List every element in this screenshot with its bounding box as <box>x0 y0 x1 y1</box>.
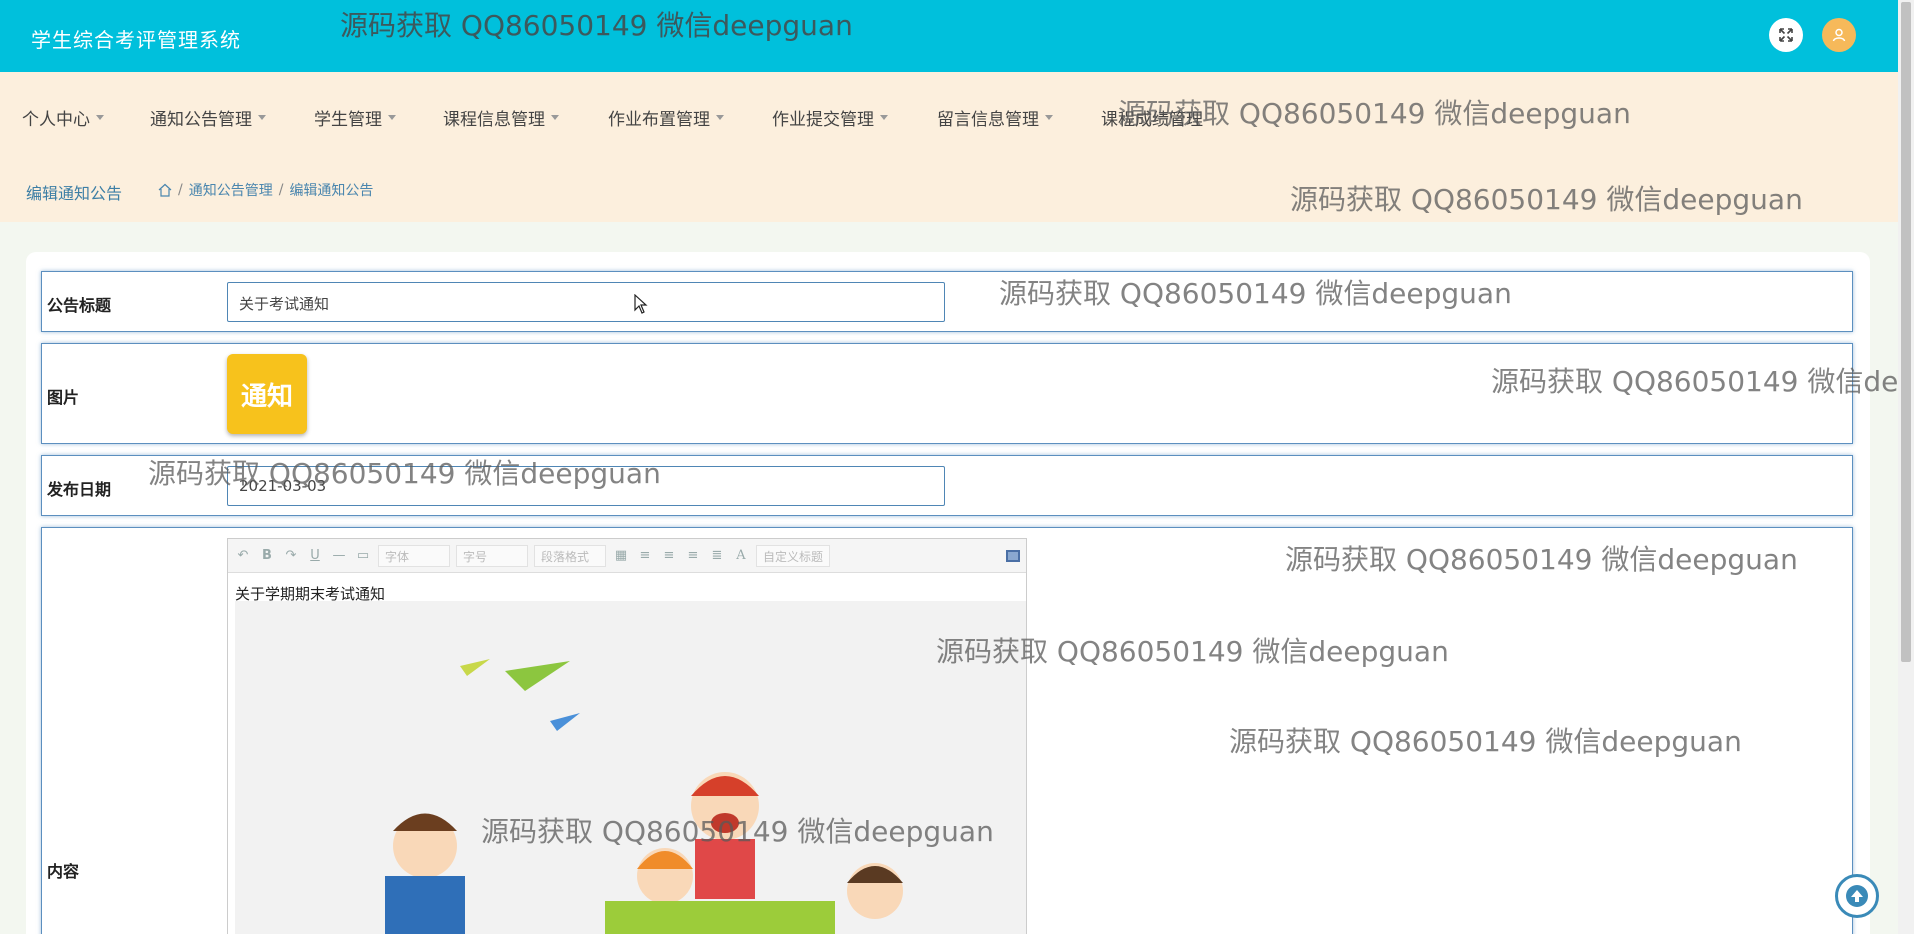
content-illustration <box>235 601 1026 934</box>
chevron-down-icon <box>96 115 104 120</box>
main-nav: 个人中心 通知公告管理 学生管理 课程信息管理 作业布置管理 作业提交管理 留言… <box>0 72 1898 158</box>
watermark: 源码获取 QQ86050149 微信deepguan <box>1491 365 1914 398</box>
nav-grade-management[interactable]: 课程成绩管理 <box>1101 105 1203 130</box>
redo-icon[interactable]: ↷ <box>282 547 300 565</box>
nav-notice-management[interactable]: 通知公告管理 <box>150 105 266 130</box>
paragraph-format-select[interactable]: 段落格式 <box>534 544 606 567</box>
form-row-image: 图片 通知 源码获取 QQ86050149 微信deepguan <box>41 343 1914 444</box>
font-family-select[interactable]: 字体 <box>378 544 450 567</box>
watermark: 源码获取 QQ86050149 微信deepguan <box>999 277 1512 310</box>
scrollbar-thumb[interactable] <box>1901 2 1911 662</box>
image-label: 图片 <box>47 388 80 407</box>
app-title: 学生综合考评管理系统 <box>31 28 241 52</box>
nav-homework-assign[interactable]: 作业布置管理 <box>608 105 724 130</box>
watermark: 源码获取 QQ86050149 微信deepguan <box>1285 543 1798 576</box>
breadcrumb-link-notice[interactable]: 通知公告管理 <box>189 180 273 200</box>
chevron-down-icon <box>258 115 266 120</box>
nav-course-management[interactable]: 课程信息管理 <box>443 105 559 130</box>
nav-homework-submit[interactable]: 作业提交管理 <box>772 105 888 130</box>
arrow-up-icon <box>1846 885 1868 907</box>
breadcrumb-separator: / <box>278 182 284 198</box>
expand-icon <box>1779 28 1793 42</box>
form-row-date: 发布日期 2021-03-03 源码获取 QQ86050149 微信deepgu… <box>41 455 1853 516</box>
content-label: 内容 <box>47 862 80 881</box>
user-avatar-button[interactable] <box>1822 18 1856 52</box>
illustration-image <box>385 659 903 934</box>
user-icon <box>1832 28 1846 42</box>
align-center-icon[interactable]: ≡ <box>660 547 678 565</box>
page-title: 编辑通知公告 <box>26 184 123 203</box>
title-label: 公告标题 <box>47 296 112 315</box>
breadcrumb-current: 编辑通知公告 <box>289 183 374 199</box>
editor-toolbar: ↶ B ↷ U — ▭ 字体 字号 段落格式 ▦ ≡ ≡ ≡ ≣ A 自定义标题 <box>228 539 1026 573</box>
nav-personal-center[interactable]: 个人中心 <box>22 105 104 130</box>
page-scrollbar[interactable] <box>1898 0 1914 934</box>
custom-title-select[interactable]: 自定义标题 <box>756 544 831 567</box>
font-size-select[interactable]: 字号 <box>456 544 528 567</box>
justify-icon[interactable]: ≣ <box>708 547 726 565</box>
bold-icon[interactable]: B <box>258 547 276 565</box>
form-row-content: 内容 ↶ B ↷ U — ▭ 字体 字号 段落格式 ▦ ≡ ≡ ≡ ≣ A 自定… <box>41 527 1853 934</box>
chevron-down-icon <box>1045 115 1053 120</box>
watermark: 源码获取 QQ86050149 微信deepguan <box>340 9 853 42</box>
date-input[interactable]: 2021-03-03 <box>227 466 945 506</box>
form-row-title: 公告标题 关于考试通知 源码获取 QQ86050149 微信deepguan <box>41 271 1853 332</box>
nav-student-management[interactable]: 学生管理 <box>314 105 396 130</box>
nav-message-management[interactable]: 留言信息管理 <box>937 105 1053 130</box>
notice-image[interactable]: 通知 <box>227 354 307 434</box>
chevron-down-icon <box>388 115 396 120</box>
watermark: 源码获取 QQ86050149 微信deepguan <box>1229 725 1742 758</box>
chevron-down-icon <box>716 115 724 120</box>
undo-icon[interactable]: ↶ <box>234 547 252 565</box>
header-bar: 学生综合考评管理系统 源码获取 QQ86050149 微信deepguan <box>0 0 1898 72</box>
breadcrumb: / 通知公告管理 / 编辑通知公告 <box>158 180 373 200</box>
align-right-icon[interactable]: ≡ <box>684 547 702 565</box>
table-icon[interactable]: ▦ <box>612 547 630 565</box>
font-color-icon[interactable]: A <box>732 547 750 565</box>
horizontal-rule-icon[interactable]: — <box>330 547 348 565</box>
paste-icon[interactable]: ▭ <box>354 547 372 565</box>
mouse-cursor <box>634 294 648 314</box>
home-icon[interactable] <box>158 183 172 197</box>
breadcrumb-separator: / <box>178 182 183 198</box>
underline-icon[interactable]: U <box>306 547 324 565</box>
date-label: 发布日期 <box>47 480 112 499</box>
chevron-down-icon <box>880 115 888 120</box>
align-left-icon[interactable]: ≡ <box>636 547 654 565</box>
chevron-down-icon <box>551 115 559 120</box>
watermark: 源码获取 QQ86050149 微信deepguan <box>1290 183 1803 216</box>
back-to-top-button[interactable] <box>1835 874 1879 918</box>
editor-fullscreen-icon[interactable] <box>1006 549 1020 562</box>
fullscreen-button[interactable] <box>1769 18 1803 52</box>
rich-text-editor[interactable]: ↶ B ↷ U — ▭ 字体 字号 段落格式 ▦ ≡ ≡ ≡ ≣ A 自定义标题… <box>227 538 1027 934</box>
breadcrumb-bar: 编辑通知公告 / 通知公告管理 / 编辑通知公告 源码获取 QQ86050149… <box>0 158 1898 222</box>
title-input[interactable]: 关于考试通知 <box>227 282 945 322</box>
